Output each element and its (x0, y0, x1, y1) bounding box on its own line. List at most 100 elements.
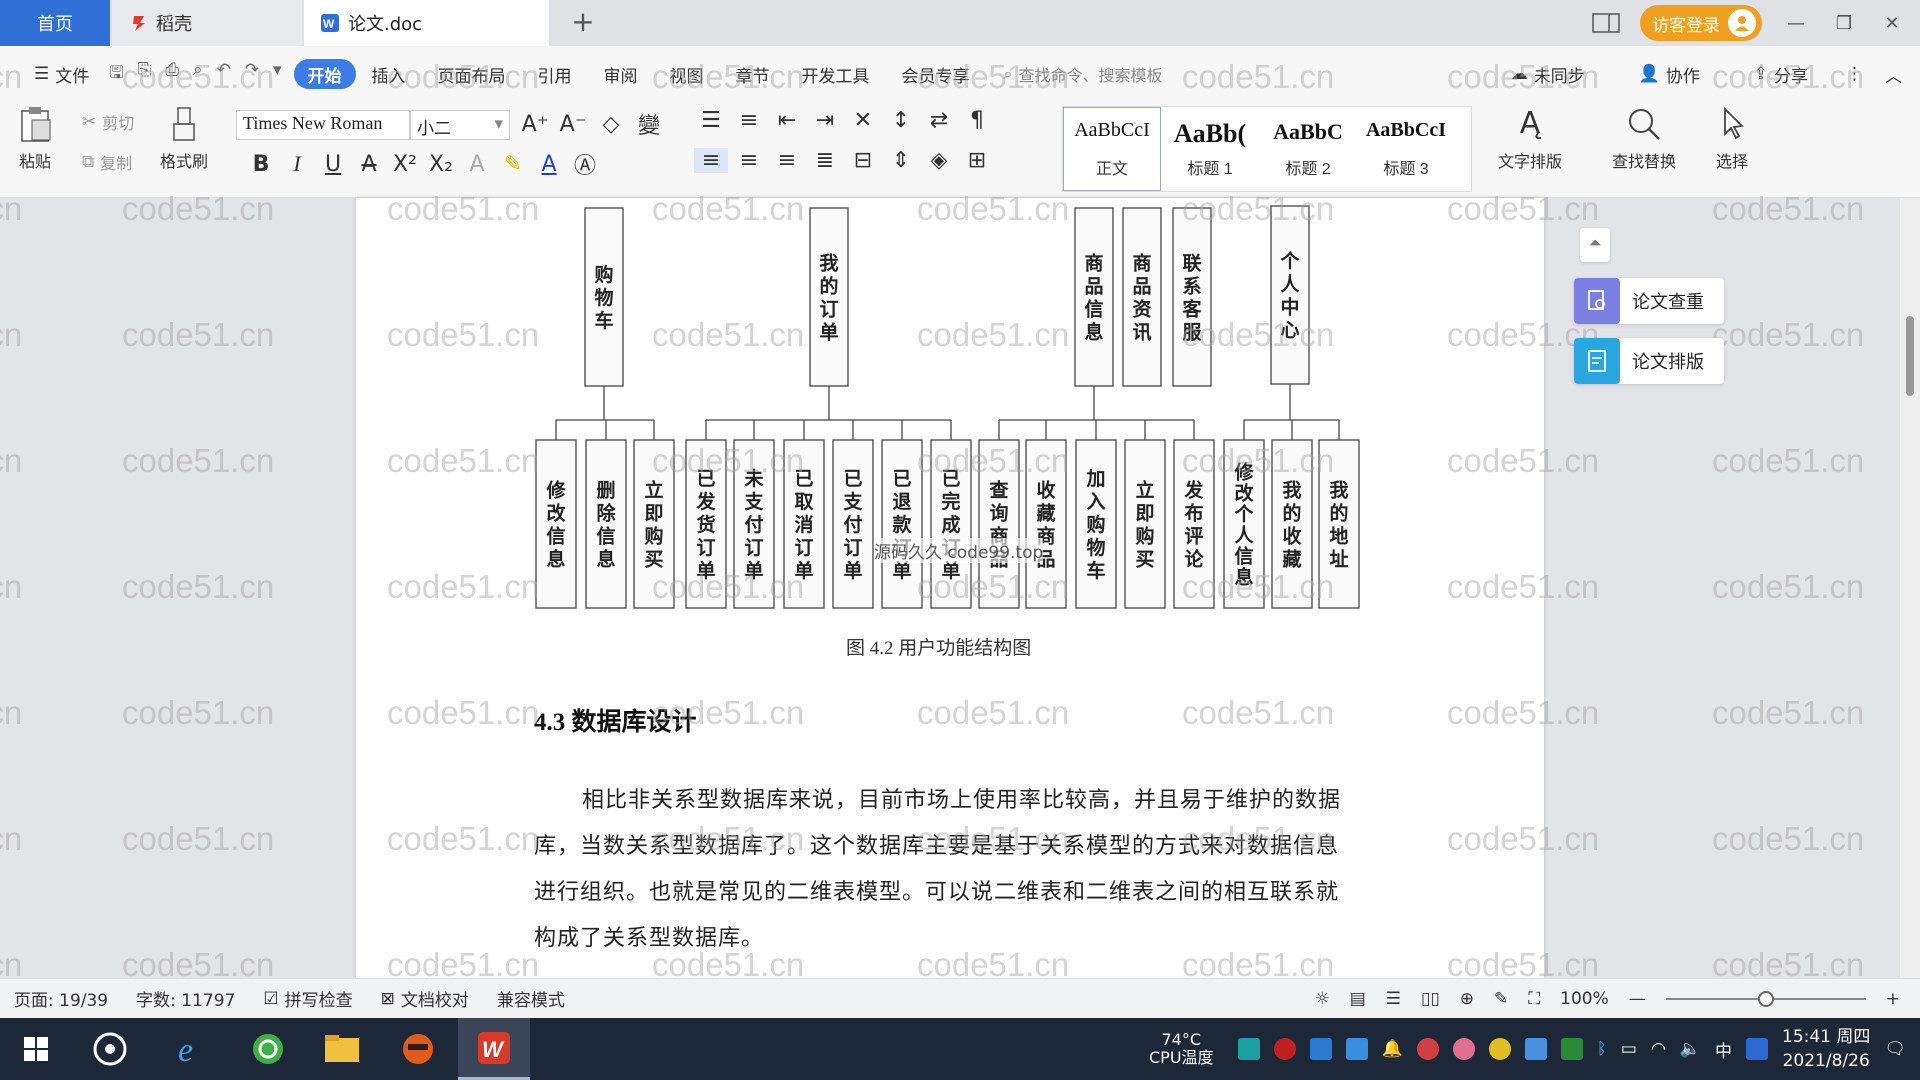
menu-review[interactable]: 审阅 (588, 62, 654, 87)
start-button[interactable] (0, 1018, 72, 1080)
underline-icon[interactable]: U (316, 152, 350, 177)
text-effect-icon[interactable]: A (460, 152, 494, 177)
file-explorer-app[interactable] (306, 1018, 378, 1080)
strikethrough-icon[interactable]: A (352, 152, 386, 177)
ie-browser-app[interactable]: e (156, 1018, 228, 1080)
justify-icon[interactable]: ≣ (808, 148, 842, 173)
tab-daoke[interactable]: 稻壳 (112, 0, 302, 46)
collab-button[interactable]: 👤 协作 (1623, 62, 1716, 87)
tray-network-app-icon[interactable] (1309, 1038, 1332, 1060)
window-layout-icon[interactable] (1592, 13, 1620, 33)
restore-icon[interactable]: ❐ (1830, 13, 1858, 34)
word-count[interactable]: 字数: 11797 (122, 986, 249, 1011)
line-spacing-icon[interactable]: ⇕ (884, 148, 918, 173)
zoom-slider[interactable] (1665, 989, 1866, 1009)
outdent-icon[interactable]: ⇤ (770, 108, 804, 133)
qq-icon[interactable] (1452, 1038, 1475, 1060)
page-view-icon[interactable]: ▤ (1350, 989, 1366, 1009)
shading-icon[interactable]: ◈ (922, 148, 956, 173)
cut-button[interactable]: ✂ 剪切 (82, 110, 134, 134)
pinwheel-app[interactable] (74, 1018, 146, 1080)
menu-start[interactable]: 开始 (293, 59, 356, 89)
collapse-panel-icon[interactable]: ⏶ (1580, 228, 1610, 262)
indent-icon[interactable]: ⇥ (808, 108, 842, 133)
paste-button[interactable]: 粘贴 (18, 106, 52, 172)
close-icon[interactable]: ✕ (1878, 13, 1906, 34)
collapse-ribbon-icon[interactable]: ︿ (1885, 62, 1902, 87)
shield-icon[interactable] (1345, 1038, 1368, 1060)
style-heading-2[interactable]: AaBbC 标题 2 (1259, 107, 1357, 191)
clock[interactable]: 15:41 周四 2021/8/26 (1782, 1025, 1870, 1073)
tray-chat-icon[interactable] (1416, 1038, 1439, 1060)
fit-page-icon[interactable]: ⛶ (1528, 989, 1540, 1009)
paper-check-button[interactable]: 论文查重 (1574, 278, 1724, 324)
font-size-select[interactable]: 小二 ▾ (410, 110, 510, 140)
italic-icon[interactable]: I (280, 151, 314, 177)
tray-plus-icon[interactable] (1488, 1038, 1511, 1060)
style-normal[interactable]: AaBbCcI 正文 (1063, 107, 1161, 191)
style-heading-3[interactable]: AaBbCcI 标题 3 (1357, 107, 1455, 191)
font-name-select[interactable]: Times New Roman (236, 110, 410, 140)
notification-icon[interactable]: 🗨 (1884, 1039, 1906, 1059)
tray-antivirus-icon[interactable] (1273, 1038, 1296, 1060)
vertical-scrollbar[interactable] (1900, 198, 1920, 978)
align-center-icon[interactable]: ≡ (732, 148, 766, 173)
guest-login-button[interactable]: 访客登录 (1640, 5, 1762, 41)
font-color-icon[interactable]: A (532, 152, 566, 177)
highlight-icon[interactable]: ✎ (496, 152, 530, 177)
char-border-icon[interactable]: Ⓐ (568, 148, 602, 180)
scrollbar-thumb[interactable] (1906, 316, 1914, 396)
file-menu[interactable]: ☰ 文件 (18, 62, 105, 87)
tray-app-icon[interactable] (1237, 1038, 1260, 1060)
wifi-icon[interactable]: ◠ (1651, 1039, 1666, 1059)
align-right-icon[interactable]: ≡ (770, 148, 804, 173)
new-tab-button[interactable]: + (568, 6, 598, 40)
battery-icon[interactable]: ▭ (1621, 1039, 1637, 1059)
find-replace-button[interactable]: 查找替换 (1612, 106, 1676, 172)
cpu-temp[interactable]: 74°C CPU温度 (1149, 1031, 1214, 1067)
browser-360-app[interactable] (232, 1018, 304, 1080)
show-marks-icon[interactable]: ¶ (960, 108, 994, 133)
zoom-in-icon[interactable]: + (1886, 989, 1900, 1009)
sort-icon[interactable]: ↕ (884, 108, 918, 133)
format-painter-button[interactable]: 格式刷 (160, 106, 208, 172)
zoom-out-icon[interactable]: — (1629, 989, 1646, 1009)
superscript-icon[interactable]: X² (388, 152, 422, 177)
proofread-button[interactable]: ⊠ 文档校对 (367, 986, 483, 1012)
bullet-list-icon[interactable]: ☰ (694, 108, 728, 133)
zoom-knob[interactable] (1757, 991, 1774, 1007)
wps-app[interactable]: W (458, 1018, 530, 1080)
pen-icon[interactable]: ✎ (1494, 989, 1508, 1009)
numbered-list-icon[interactable]: ≡ (732, 108, 766, 133)
bell-icon[interactable]: 🔔 (1382, 1039, 1403, 1059)
increase-font-icon[interactable]: A⁺ (518, 112, 552, 137)
eye-protect-icon[interactable]: ☼ (1314, 989, 1329, 1009)
tray-gpu-icon[interactable] (1560, 1038, 1583, 1060)
game-app[interactable] (382, 1018, 454, 1080)
distribute-icon[interactable]: ⊟ (846, 148, 880, 173)
tray-q-icon[interactable] (1746, 1038, 1768, 1060)
style-heading-1[interactable]: AaBb(标题 1 (1161, 107, 1259, 191)
zoom-value[interactable]: 100% (1560, 989, 1609, 1009)
bluetooth-icon[interactable]: ᛒ (1597, 1039, 1607, 1059)
align-left-icon[interactable]: ≡ (694, 148, 728, 173)
subscript-icon[interactable]: X₂ (424, 152, 458, 177)
clear-format-icon[interactable]: ◇ (594, 112, 628, 137)
minimize-icon[interactable]: — (1782, 13, 1810, 34)
ime-indicator[interactable]: 中 (1715, 1037, 1732, 1062)
paper-layout-button[interactable]: 论文排版 (1574, 338, 1724, 384)
spell-check-button[interactable]: ☑ 拼写检查 (249, 986, 366, 1012)
reading-view-icon[interactable]: ▯▯ (1421, 989, 1440, 1009)
decrease-font-icon[interactable]: A⁻ (556, 112, 590, 137)
tab-document[interactable]: W 论文.doc (304, 0, 549, 46)
phonetic-icon[interactable]: 變 (632, 108, 666, 140)
outline-view-icon[interactable]: ☰ (1386, 989, 1401, 1009)
borders-icon[interactable]: ⊞ (960, 148, 994, 173)
copy-button[interactable]: ⧉ 复制 (82, 150, 132, 174)
select-button[interactable]: 选择 (1716, 106, 1748, 172)
tab-home[interactable]: 首页 (0, 0, 110, 46)
chinese-layout-icon[interactable]: ✕ (846, 108, 880, 133)
volume-icon[interactable]: 🔈 (1680, 1039, 1701, 1059)
text-direction-icon[interactable]: ⇄ (922, 108, 956, 133)
bold-icon[interactable]: B (244, 152, 278, 177)
